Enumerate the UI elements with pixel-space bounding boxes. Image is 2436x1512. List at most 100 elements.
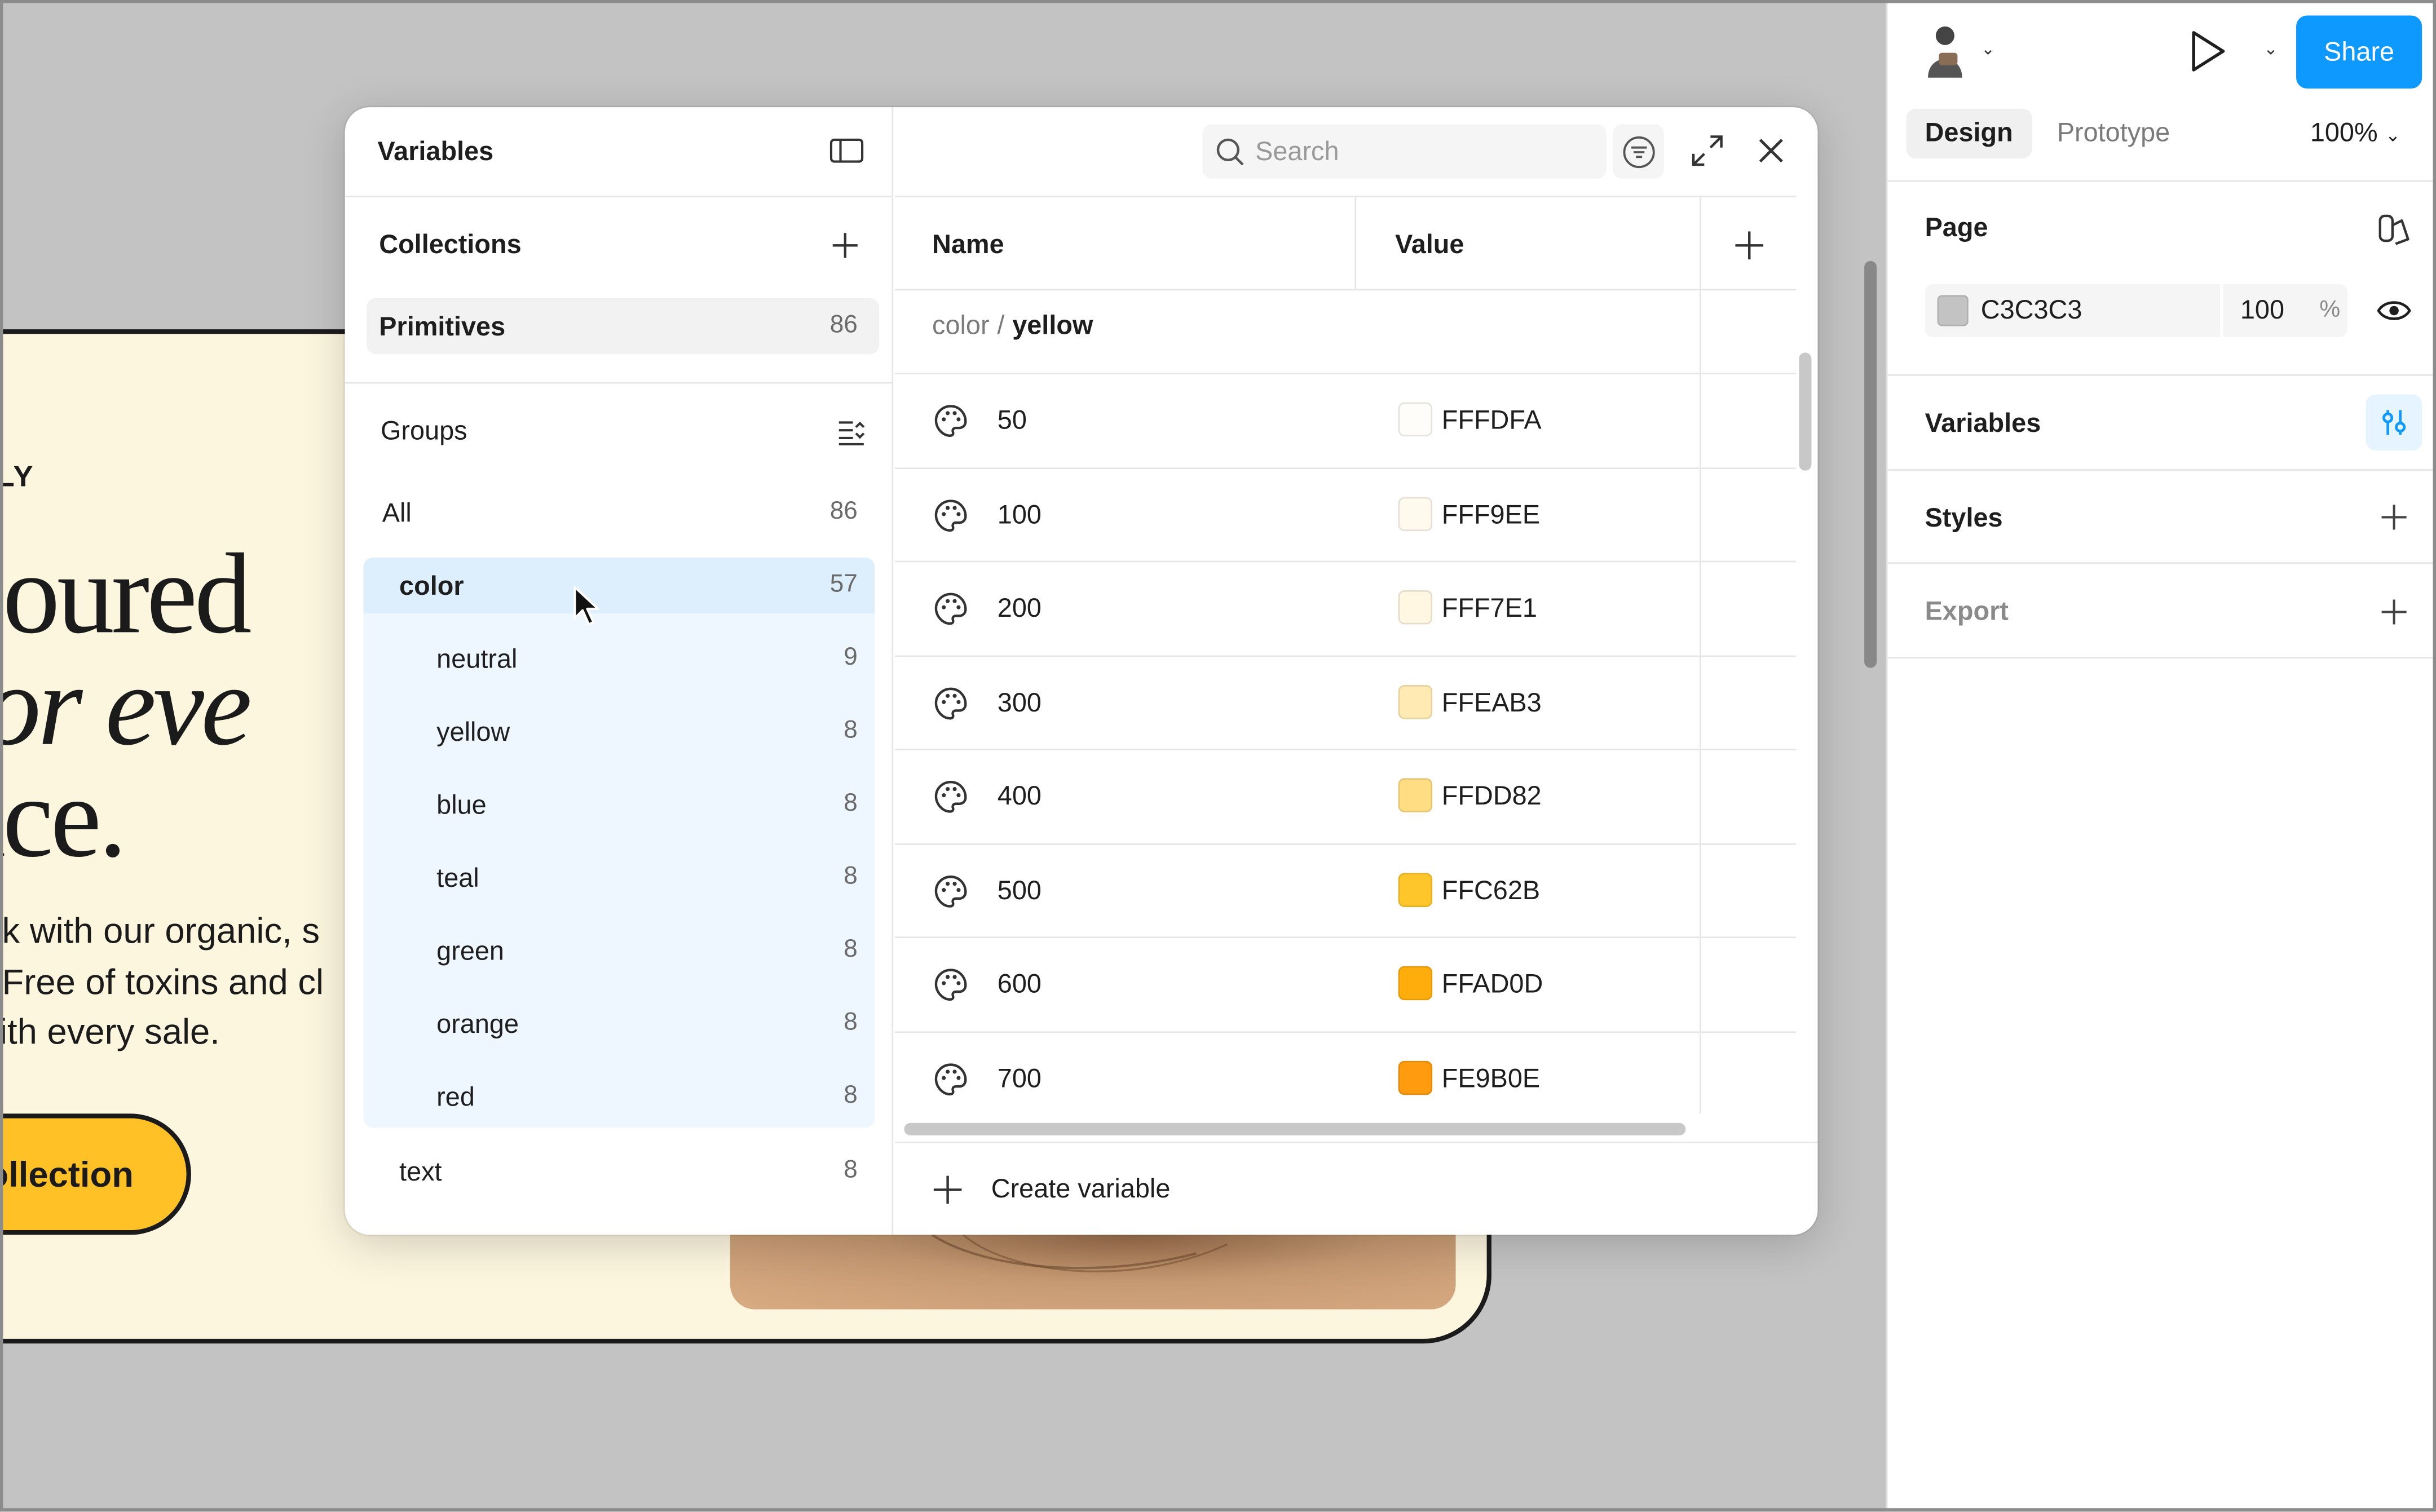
variable-color-swatch[interactable] bbox=[1398, 966, 1433, 1001]
tab-design[interactable]: Design bbox=[1906, 108, 2032, 159]
variable-row[interactable]: 100 FFF9EE bbox=[894, 466, 1796, 560]
group-item-color[interactable]: color 57 bbox=[364, 558, 876, 613]
page-opacity[interactable]: 100 bbox=[2240, 295, 2284, 326]
variable-name[interactable]: 600 bbox=[998, 969, 1042, 1000]
filter-button[interactable] bbox=[1612, 124, 1664, 179]
visibility-eye-icon[interactable] bbox=[2376, 295, 2413, 326]
group-item-teal[interactable]: teal 8 bbox=[364, 850, 876, 905]
search-field[interactable] bbox=[1202, 124, 1607, 179]
variable-row[interactable]: 700 FE9B0E bbox=[894, 1031, 1796, 1124]
variable-value[interactable]: FFDD82 bbox=[1442, 781, 1542, 812]
color-palette-icon bbox=[934, 780, 967, 813]
variable-name[interactable]: 200 bbox=[998, 593, 1042, 624]
user-avatar-icon[interactable] bbox=[1919, 22, 1972, 81]
cta-label: ollection bbox=[0, 1153, 134, 1194]
color-palette-icon bbox=[934, 1063, 967, 1095]
table-vertical-scrollbar[interactable] bbox=[1799, 352, 1812, 471]
column-header-name[interactable]: Name bbox=[932, 230, 1004, 261]
variable-color-swatch[interactable] bbox=[1398, 402, 1433, 437]
divider bbox=[1887, 657, 2436, 659]
variable-value[interactable]: FFC62B bbox=[1442, 875, 1540, 906]
page-style-icon[interactable] bbox=[2376, 211, 2413, 249]
variable-value[interactable]: FFF7E1 bbox=[1442, 593, 1537, 624]
breadcrumb-parent[interactable]: color bbox=[932, 311, 990, 340]
add-collection-plus-icon[interactable] bbox=[831, 232, 859, 260]
variable-name[interactable]: 300 bbox=[998, 687, 1042, 718]
color-palette-icon bbox=[934, 405, 967, 437]
page-color-field[interactable]: C3C3C3 100 % bbox=[1925, 284, 2347, 337]
page-color-hex[interactable]: C3C3C3 bbox=[1981, 295, 2082, 326]
search-input[interactable] bbox=[1255, 124, 1597, 179]
collection-item-primitives[interactable]: Primitives 86 bbox=[367, 298, 880, 355]
variable-row[interactable]: 50 FFFDFA bbox=[894, 373, 1796, 466]
divider bbox=[345, 196, 892, 197]
variable-row[interactable]: 200 FFF7E1 bbox=[894, 560, 1796, 654]
variable-name[interactable]: 100 bbox=[998, 499, 1042, 530]
create-variable-label: Create variable bbox=[991, 1174, 1171, 1204]
present-chevron-down-icon[interactable]: ⌄ bbox=[2263, 39, 2278, 59]
headline-line-1: d-poured bbox=[0, 531, 252, 659]
group-item-all[interactable]: All 86 bbox=[364, 485, 876, 541]
add-style-plus-icon[interactable] bbox=[2378, 502, 2409, 533]
zoom-level[interactable]: 100% ⌄ bbox=[2310, 109, 2401, 160]
variable-name[interactable]: 50 bbox=[998, 405, 1027, 436]
sidebar-toggle-icon[interactable] bbox=[829, 136, 864, 165]
variable-value[interactable]: FE9B0E bbox=[1442, 1063, 1540, 1094]
variable-color-swatch[interactable] bbox=[1398, 684, 1433, 719]
expand-icon[interactable] bbox=[1691, 134, 1725, 168]
mouse-cursor-icon bbox=[573, 586, 599, 626]
add-mode-plus-icon[interactable] bbox=[1734, 230, 1765, 261]
variable-value[interactable]: FFAD0D bbox=[1442, 969, 1543, 1000]
artboard-eyebrow: DLY bbox=[0, 461, 35, 494]
close-icon[interactable] bbox=[1755, 135, 1786, 166]
variable-value[interactable]: FFFDFA bbox=[1442, 405, 1542, 436]
variable-name[interactable]: 400 bbox=[998, 781, 1042, 812]
avatar-chevron-down-icon[interactable]: ⌄ bbox=[1981, 39, 1995, 59]
group-item-text[interactable]: text 8 bbox=[364, 1143, 876, 1199]
panel-toolbar: ⌄ ⌄ Share bbox=[1887, 0, 2436, 103]
zoom-chevron-down-icon: ⌄ bbox=[2385, 124, 2401, 146]
add-export-plus-icon[interactable] bbox=[2378, 596, 2409, 627]
divider bbox=[345, 382, 892, 384]
breadcrumb-current: yellow bbox=[1012, 311, 1093, 341]
group-label: neutral bbox=[436, 644, 518, 674]
tab-prototype[interactable]: Prototype bbox=[2038, 109, 2189, 158]
variable-color-swatch[interactable] bbox=[1398, 1060, 1433, 1094]
group-count: 8 bbox=[844, 936, 858, 963]
variable-name[interactable]: 700 bbox=[998, 1063, 1042, 1094]
group-item-green[interactable]: green 8 bbox=[364, 923, 876, 979]
variable-value[interactable]: FFEAB3 bbox=[1442, 687, 1542, 718]
variable-color-swatch[interactable] bbox=[1398, 872, 1433, 907]
group-item-red[interactable]: red 8 bbox=[364, 1069, 876, 1125]
artboard-cta-button[interactable]: ollection bbox=[0, 1113, 191, 1235]
variables-section-title: Variables bbox=[1925, 408, 2041, 438]
divider bbox=[894, 196, 1796, 197]
group-item-neutral[interactable]: neutral 9 bbox=[364, 631, 876, 687]
variable-color-swatch[interactable] bbox=[1398, 590, 1433, 625]
column-header-value[interactable]: Value bbox=[1395, 230, 1464, 261]
table-horizontal-scrollbar[interactable] bbox=[904, 1122, 1686, 1135]
variable-color-swatch[interactable] bbox=[1398, 496, 1433, 530]
variable-value[interactable]: FFF9EE bbox=[1442, 499, 1540, 530]
variable-row[interactable]: 300 FFEAB3 bbox=[894, 655, 1796, 748]
present-play-icon[interactable] bbox=[2186, 28, 2229, 75]
group-count: 8 bbox=[844, 717, 858, 744]
canvas-vertical-scrollbar[interactable] bbox=[1864, 260, 1877, 668]
variable-name[interactable]: 500 bbox=[998, 875, 1042, 906]
variable-row[interactable]: 400 FFDD82 bbox=[894, 748, 1796, 842]
variable-color-swatch[interactable] bbox=[1398, 778, 1433, 812]
group-item-yellow[interactable]: yellow 8 bbox=[364, 704, 876, 759]
filter-icon bbox=[1622, 135, 1654, 167]
group-item-orange[interactable]: orange 8 bbox=[364, 996, 876, 1051]
page-color-swatch[interactable] bbox=[1937, 295, 1969, 326]
collection-name: Primitives bbox=[379, 312, 506, 342]
group-item-blue[interactable]: blue 8 bbox=[364, 777, 876, 833]
variable-row[interactable]: 500 FFC62B bbox=[894, 842, 1796, 936]
photo-texture bbox=[931, 1235, 1228, 1272]
open-variables-button[interactable] bbox=[2366, 394, 2422, 450]
variable-row[interactable]: 600 FFAD0D bbox=[894, 936, 1796, 1029]
share-button[interactable]: Share bbox=[2296, 15, 2422, 89]
collapse-groups-icon[interactable] bbox=[836, 416, 867, 447]
divider bbox=[894, 1141, 1818, 1143]
page-opacity-unit: % bbox=[2319, 297, 2341, 324]
